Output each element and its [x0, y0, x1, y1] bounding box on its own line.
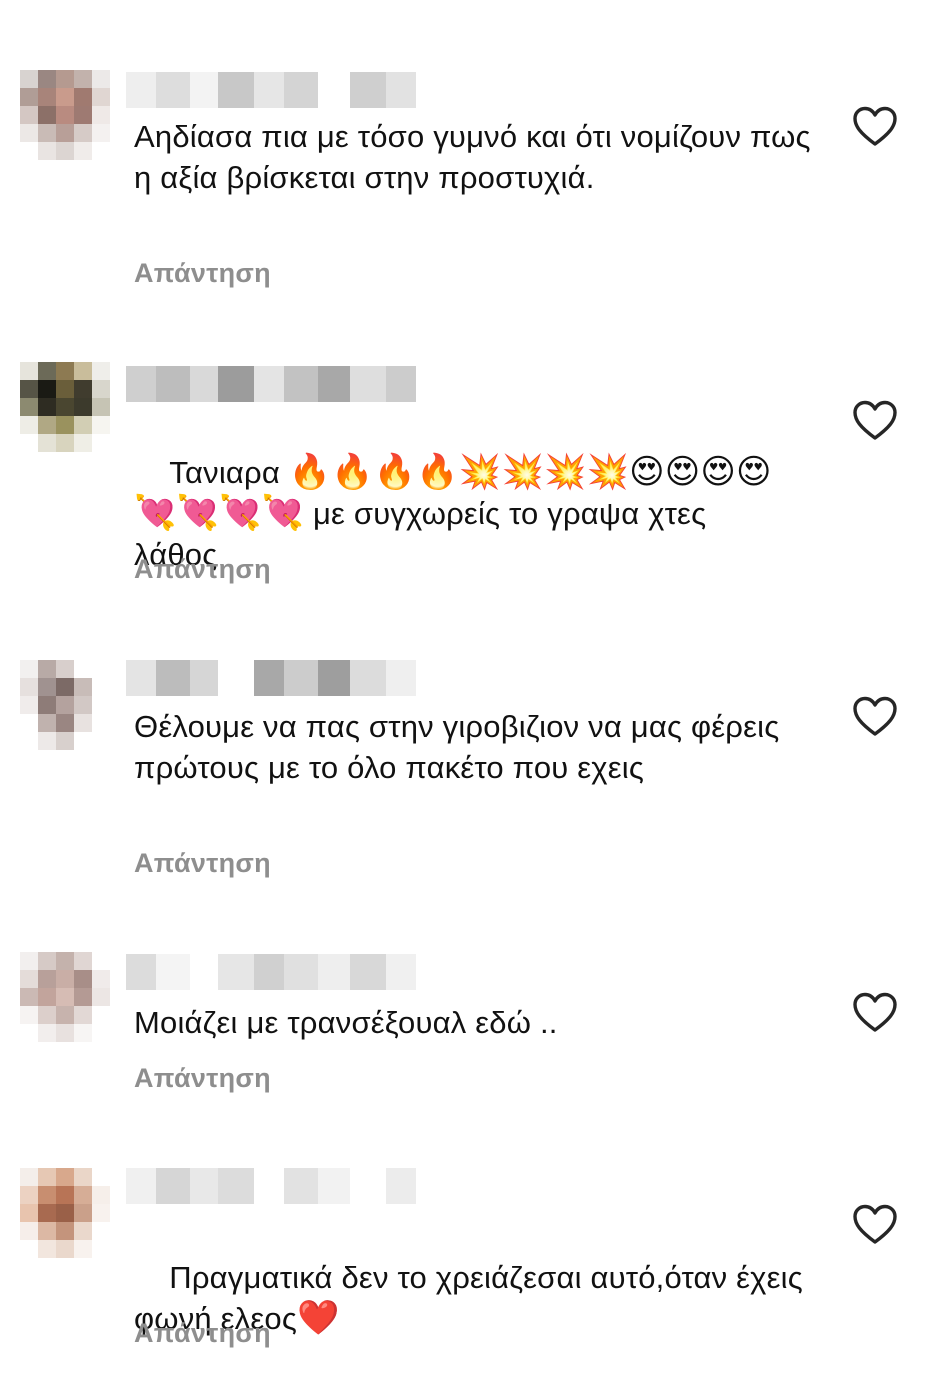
username-pixel	[254, 1168, 284, 1204]
avatar[interactable]	[20, 1168, 110, 1258]
avatar-pixel	[38, 1204, 56, 1222]
avatar-pixel	[56, 1168, 74, 1186]
avatar-pixel	[74, 1186, 92, 1204]
avatar-pixel	[74, 1204, 92, 1222]
like-heart-icon[interactable]	[852, 1204, 898, 1246]
username-pixel	[284, 1168, 318, 1204]
avatar-pixel	[92, 1222, 110, 1240]
username-pixel	[218, 1168, 254, 1204]
avatar-pixel	[74, 1222, 92, 1240]
avatar-pixel	[20, 1240, 38, 1258]
avatar-pixel	[92, 1168, 110, 1186]
avatar-pixel	[56, 1222, 74, 1240]
avatar-pixel	[20, 1204, 38, 1222]
avatar-pixel	[92, 1204, 110, 1222]
avatar-pixel	[74, 1240, 92, 1258]
username-pixel	[318, 1168, 350, 1204]
avatar-pixel	[56, 1186, 74, 1204]
red-heart-emoji: ❤️	[296, 1298, 340, 1338]
avatar-pixel	[56, 1204, 74, 1222]
username-pixel	[350, 1168, 386, 1204]
avatar-pixel	[38, 1168, 56, 1186]
username-pixel	[126, 1168, 156, 1204]
avatar-pixel	[92, 1240, 110, 1258]
avatar-pixel	[38, 1240, 56, 1258]
avatar-pixel	[20, 1168, 38, 1186]
avatar-pixel	[38, 1186, 56, 1204]
comment-item: Πραγματικά δεν το χρειάζεσαι αυτό,όταν έ…	[0, 0, 946, 1358]
avatar-pixel	[20, 1186, 38, 1204]
username-blurred[interactable]	[126, 1168, 426, 1204]
username-pixel	[156, 1168, 190, 1204]
username-pixel	[386, 1168, 416, 1204]
reply-button[interactable]: Απάντηση	[134, 1318, 271, 1349]
avatar-pixel	[92, 1186, 110, 1204]
username-pixel	[190, 1168, 218, 1204]
comment-text: Πραγματικά δεν το χρειάζεσαι αυτό,όταν έ…	[134, 1216, 814, 1380]
avatar-pixel	[56, 1240, 74, 1258]
avatar-pixel	[38, 1222, 56, 1240]
avatar-pixel	[74, 1168, 92, 1186]
avatar-pixel	[20, 1222, 38, 1240]
